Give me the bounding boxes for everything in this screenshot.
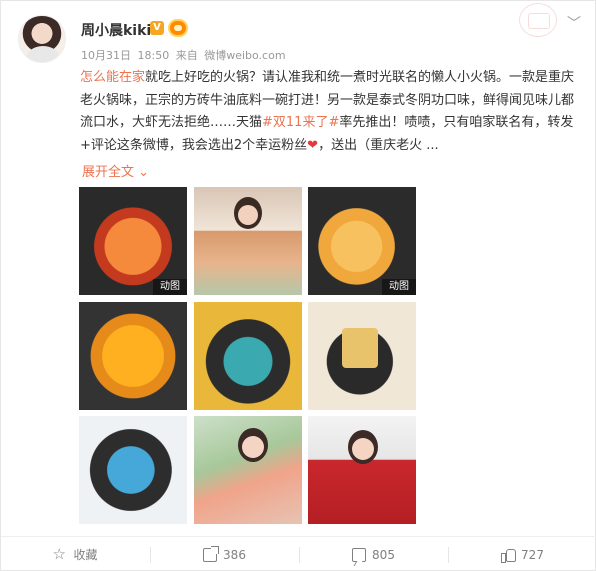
- post-source[interactable]: 微博weibo.com: [204, 49, 285, 62]
- avatar[interactable]: [18, 15, 66, 63]
- comment-button[interactable]: 805: [299, 537, 448, 571]
- expand-label: 展开全文: [82, 165, 135, 180]
- image-package-blue[interactable]: [79, 416, 187, 524]
- like-button[interactable]: 727: [448, 537, 596, 571]
- action-bar: 收藏 386 805 727: [1, 537, 596, 571]
- post-time[interactable]: 18:50: [138, 49, 170, 62]
- image-woman-red-dress[interactable]: [308, 416, 416, 524]
- post-meta: 10月31日 18:50 来自 微博weibo.com: [81, 47, 289, 63]
- star-icon: [52, 545, 67, 563]
- post-body: 怎么能在家就吃上好吃的火锅？请认准我和统一煮时光联名的懒人小火锅。一款是重庆老火…: [80, 67, 577, 157]
- verified-badge-icon[interactable]: V: [150, 21, 164, 35]
- favorite-button[interactable]: 收藏: [1, 537, 150, 571]
- hashtag-link[interactable]: #双11来了#: [262, 115, 339, 130]
- heart-icon: ❤: [307, 137, 319, 153]
- image-package-teal[interactable]: [194, 302, 302, 410]
- chevron-down-icon: ⌄: [138, 165, 150, 180]
- favorite-label: 收藏: [73, 548, 98, 562]
- chevron-down-icon[interactable]: ﹀: [567, 13, 581, 33]
- from-label: 来自: [175, 49, 198, 62]
- comment-icon: [352, 547, 367, 562]
- image-woman-eating[interactable]: [194, 187, 302, 295]
- thumbs-up-icon: [501, 548, 517, 563]
- image-package-black[interactable]: [308, 302, 416, 410]
- vip-badge-icon[interactable]: [168, 19, 188, 37]
- image-grid: 动图 动图: [79, 187, 417, 526]
- weibo-post-card: 周小晨kiki V 10月31日 18:50 来自 微博weibo.com ﹀ …: [0, 0, 596, 571]
- comment-count: 805: [372, 547, 395, 562]
- image-woman-holding-box[interactable]: [194, 416, 302, 524]
- gif-badge: 动图: [382, 279, 416, 295]
- image-hotpot-chongqing[interactable]: 动图: [79, 187, 187, 295]
- post-text-3: ，送出（重庆老火 ...: [318, 137, 439, 153]
- post-date[interactable]: 10月31日: [81, 49, 131, 62]
- like-count: 727: [521, 547, 544, 562]
- share-icon: [203, 545, 220, 562]
- watermark-stamp-icon: [519, 3, 557, 37]
- username-link[interactable]: 周小晨kiki: [81, 20, 151, 40]
- repost-count: 386: [223, 547, 246, 562]
- repost-button[interactable]: 386: [150, 537, 299, 571]
- expand-full-text-link[interactable]: 展开全文 ⌄: [82, 161, 149, 180]
- image-hotpot-tomyum[interactable]: 动图: [308, 187, 416, 295]
- highlight-phrase[interactable]: 怎么能在家: [80, 70, 145, 85]
- gif-badge: 动图: [153, 279, 187, 295]
- image-shrimp-soup[interactable]: [79, 302, 187, 410]
